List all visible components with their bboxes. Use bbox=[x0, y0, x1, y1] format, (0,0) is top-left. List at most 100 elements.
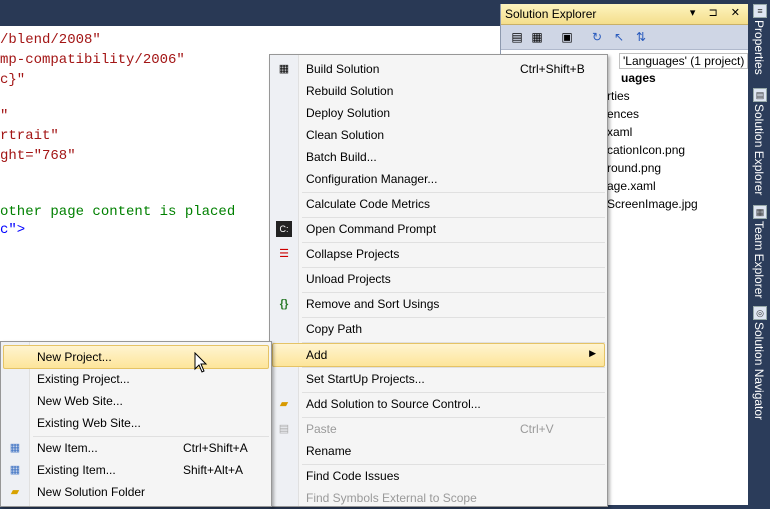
menu-item-add[interactable]: Add ▶ bbox=[272, 343, 605, 367]
tree-item[interactable]: xaml bbox=[607, 125, 632, 139]
menu-item-rebuild-solution[interactable]: Rebuild Solution bbox=[272, 80, 605, 102]
solution-navigator-tab-icon: ◎ bbox=[753, 306, 767, 320]
properties-tab-icon: ≡ bbox=[753, 4, 767, 18]
build-icon: ▦ bbox=[278, 63, 290, 75]
menu-item-clean-solution[interactable]: Clean Solution bbox=[272, 124, 605, 146]
menu-item-label: Clean Solution bbox=[306, 128, 385, 142]
menu-item-add-to-source-control[interactable]: ▰ Add Solution to Source Control... bbox=[272, 393, 605, 415]
menu-item-label: Copy Path bbox=[306, 322, 363, 336]
menu-item-build-solution[interactable]: ▦ Build Solution Ctrl+Shift+B bbox=[272, 58, 605, 80]
code-line: c}" bbox=[0, 72, 26, 88]
tree-item[interactable]: ences bbox=[607, 107, 639, 121]
back-icon[interactable]: ↖ bbox=[611, 29, 627, 45]
tab-solution-explorer[interactable]: Solution Explorer bbox=[752, 104, 766, 195]
menu-item-label: New Web Site... bbox=[37, 394, 123, 408]
menu-item-existing-item[interactable]: ▦ Existing Item... Shift+Alt+A bbox=[3, 459, 269, 481]
code-line: mp-compatibility/2006" bbox=[0, 52, 185, 68]
code-line: rtrait" bbox=[0, 128, 59, 144]
menu-item-new-web-site[interactable]: New Web Site... bbox=[3, 390, 269, 412]
tree-item[interactable]: ScreenImage.jpg bbox=[607, 197, 698, 211]
panel-title: Solution Explorer bbox=[505, 7, 597, 21]
menu-item-label: Deploy Solution bbox=[306, 106, 391, 120]
code-line: " bbox=[0, 108, 9, 124]
menu-item-label: Add Solution to Source Control... bbox=[306, 397, 481, 411]
sync-icon[interactable]: ⇅ bbox=[633, 29, 649, 45]
solution-explorer-tab-icon: ▤ bbox=[753, 88, 767, 102]
submenu-arrow-icon: ▶ bbox=[589, 348, 596, 358]
code-line: c"> bbox=[0, 222, 26, 238]
menu-item-existing-project[interactable]: Existing Project... bbox=[3, 368, 269, 390]
tree-item[interactable]: cationIcon.png bbox=[607, 143, 685, 157]
solution-node[interactable]: 'Languages' (1 project) bbox=[619, 53, 749, 69]
usings-icon: {} bbox=[279, 298, 289, 310]
refresh-icon[interactable]: ↻ bbox=[589, 29, 605, 45]
menu-item-label: Existing Item... bbox=[37, 463, 116, 477]
add-submenu: New Project... Existing Project... New W… bbox=[0, 341, 272, 507]
mouse-cursor-icon bbox=[194, 352, 208, 373]
menu-item-calculate-code-metrics[interactable]: Calculate Code Metrics bbox=[272, 193, 605, 215]
menu-item-label: Batch Build... bbox=[306, 150, 377, 164]
menu-item-label: Add bbox=[306, 348, 328, 362]
solution-explorer-titlebar: Solution Explorer ▾ ⊐ ✕ bbox=[501, 4, 749, 25]
menu-item-shortcut: Ctrl+Shift+B bbox=[520, 62, 585, 76]
new-item-icon: ▦ bbox=[9, 442, 21, 454]
menu-item-shortcut: Ctrl+V bbox=[520, 422, 554, 436]
menu-item-shortcut: Shift+Alt+A bbox=[183, 463, 244, 477]
menu-item-label: Rebuild Solution bbox=[306, 84, 394, 98]
menu-item-collapse-projects[interactable]: ☰ Collapse Projects bbox=[272, 243, 605, 265]
menu-item-label: Existing Project... bbox=[37, 372, 130, 386]
menu-item-existing-web-site[interactable]: Existing Web Site... bbox=[3, 412, 269, 434]
menu-item-label: Unload Projects bbox=[306, 272, 391, 286]
menu-item-remove-and-sort-usings[interactable]: {} Remove and Sort Usings bbox=[272, 293, 605, 315]
show-all-files-icon[interactable]: ▦ bbox=[529, 29, 545, 45]
menu-item-label: Find Symbols External to Scope bbox=[306, 491, 477, 505]
source-control-icon: ▰ bbox=[279, 398, 289, 410]
command-prompt-icon: C: bbox=[276, 221, 292, 237]
menu-item-label: Remove and Sort Usings bbox=[306, 297, 440, 311]
menu-item-find-code-issues[interactable]: Find Code Issues bbox=[272, 465, 605, 487]
tree-item[interactable]: rties bbox=[607, 89, 630, 103]
menu-item-new-project[interactable]: New Project... bbox=[3, 345, 269, 369]
tab-properties[interactable]: Properties bbox=[752, 20, 766, 75]
tab-solution-navigator[interactable]: Solution Navigator bbox=[752, 322, 766, 420]
project-node[interactable]: uages bbox=[621, 71, 656, 85]
menu-item-label: Calculate Code Metrics bbox=[306, 197, 431, 211]
menu-item-label: Set StartUp Projects... bbox=[306, 372, 425, 386]
menu-item-copy-path[interactable]: Copy Path bbox=[272, 318, 605, 340]
menu-item-new-solution-folder[interactable]: ▰ New Solution Folder bbox=[3, 481, 269, 503]
existing-item-icon: ▦ bbox=[9, 464, 21, 476]
code-line: /blend/2008" bbox=[0, 32, 101, 48]
menu-item-batch-build[interactable]: Batch Build... bbox=[272, 146, 605, 168]
menu-item-configuration-manager[interactable]: Configuration Manager... bbox=[272, 168, 605, 190]
menu-item-unload-projects[interactable]: Unload Projects bbox=[272, 268, 605, 290]
menu-item-set-startup-projects[interactable]: Set StartUp Projects... bbox=[272, 368, 605, 390]
team-explorer-tab-icon: ▦ bbox=[753, 205, 767, 219]
folder-icon: ▰ bbox=[10, 486, 20, 498]
menu-item-deploy-solution[interactable]: Deploy Solution bbox=[272, 102, 605, 124]
panel-window-buttons[interactable]: ▾ ⊐ ✕ bbox=[690, 6, 745, 19]
menu-item-label: Existing Web Site... bbox=[37, 416, 141, 430]
collapse-icon: ☰ bbox=[279, 248, 289, 260]
tree-item[interactable]: age.xaml bbox=[607, 179, 656, 193]
tab-team-explorer[interactable]: Team Explorer bbox=[752, 221, 766, 298]
solution-explorer-toolbar: ▤ ▦ ▣ ↻ ↖ ⇅ bbox=[501, 25, 749, 50]
tree-item[interactable]: round.png bbox=[607, 161, 661, 175]
menu-item-label: Collapse Projects bbox=[306, 247, 400, 261]
menu-item-label: New Item... bbox=[37, 441, 98, 455]
code-comment-line: other page content is placed bbox=[0, 204, 236, 220]
menu-item-label: Build Solution bbox=[306, 62, 380, 76]
menu-item-label: Open Command Prompt bbox=[306, 222, 437, 236]
menu-item-label: Configuration Manager... bbox=[306, 172, 438, 186]
menu-item-open-command-prompt[interactable]: C: Open Command Prompt bbox=[272, 218, 605, 240]
menu-item-rename[interactable]: Rename bbox=[272, 440, 605, 462]
view-code-icon[interactable]: ▣ bbox=[559, 29, 575, 45]
menu-item-find-symbols-external[interactable]: Find Symbols External to Scope bbox=[272, 487, 605, 509]
side-tab-strip: ≡ Properties ▤ Solution Explorer ▦ Team … bbox=[748, 0, 770, 505]
menu-item-label: Find Code Issues bbox=[306, 469, 400, 483]
menu-item-label: New Solution Folder bbox=[37, 485, 146, 499]
menu-item-paste[interactable]: ▤ Paste Ctrl+V bbox=[272, 418, 605, 440]
menu-item-new-item[interactable]: ▦ New Item... Ctrl+Shift+A bbox=[3, 437, 269, 459]
menu-item-shortcut: Ctrl+Shift+A bbox=[183, 441, 248, 455]
menu-item-label: New Project... bbox=[37, 350, 112, 364]
properties-icon[interactable]: ▤ bbox=[509, 29, 525, 45]
